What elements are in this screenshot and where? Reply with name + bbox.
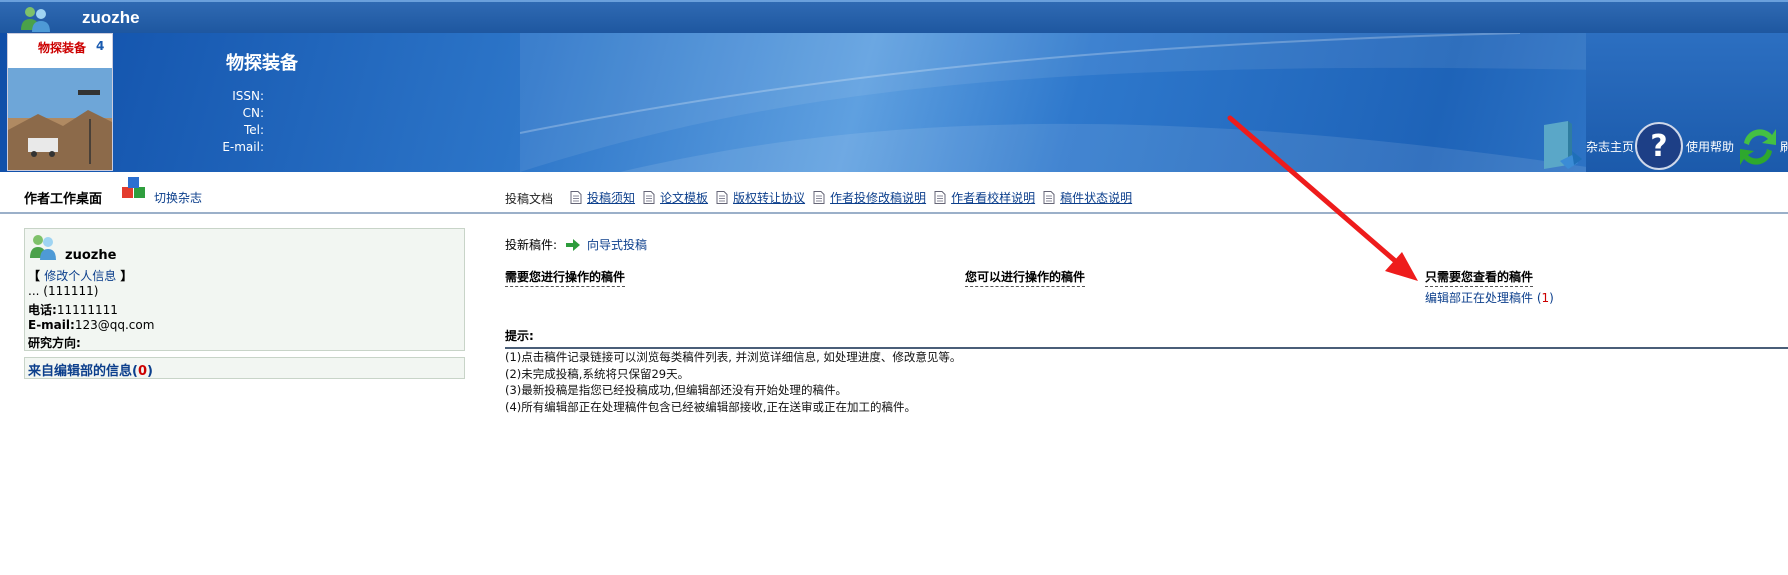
docs-label: 投稿文档: [505, 192, 554, 206]
meta-email: E-mail:: [222, 140, 264, 154]
new-submission: 投新稿件: 向导式投稿: [505, 236, 647, 253]
doc-link-copyright-agreement[interactable]: 版权转让协议: [716, 189, 805, 206]
col-header-action-optional: 您可以进行操作的稿件: [965, 268, 1086, 287]
top-bar: zuozhe: [0, 0, 1788, 33]
tips-section: 提示: (1)点击稿件记录链接可以浏览每类稿件列表, 并浏览详细信息, 如处理进…: [505, 327, 1788, 415]
profile-email: E-mail:123@qq.com: [28, 318, 154, 332]
editing-close-paren: ): [1549, 291, 1554, 305]
journal-home-icon: [1544, 121, 1582, 169]
tip-line: (4)所有编辑部正在处理稿件包含已经被编辑部接收,正在送审或正在加工的稿件。: [505, 399, 916, 414]
doc-link-label[interactable]: 投稿须知: [587, 189, 635, 206]
journal-banner: 物探装备 4 物探装备 ISSN: CN: Tel: E-mail: 杂志主页: [0, 33, 1788, 172]
bracket-open: 【: [28, 269, 41, 283]
doc-link-label[interactable]: 作者投修改稿说明: [830, 189, 926, 206]
switch-journal-link[interactable]: 切换杂志: [154, 189, 202, 206]
tip-line: (1)点击稿件记录链接可以浏览每类稿件列表, 并浏览详细信息, 如处理进度、修改…: [505, 350, 962, 364]
cover-logo-text: 物探装备: [38, 40, 87, 55]
wizard-submission-link[interactable]: 向导式投稿: [587, 236, 647, 253]
doc-link-label[interactable]: 稿件状态说明: [1060, 189, 1132, 206]
users-icon: [21, 7, 50, 32]
nav-row: 作者工作桌面 切换杂志 投稿文档 投稿须知 论文模板 版权转让协议 作者投修改稿…: [0, 172, 1788, 214]
tips-title: 提示:: [505, 327, 1788, 349]
cover-image: 物探装备 4: [8, 34, 112, 170]
profile-research: 研究方向:: [28, 334, 81, 351]
svg-text:?: ?: [1650, 129, 1667, 164]
document-icon: [1043, 191, 1055, 204]
edit-profile-link[interactable]: 修改个人信息: [44, 269, 116, 283]
journal-title: 物探装备: [226, 53, 298, 74]
profile-name: zuozhe: [65, 248, 117, 263]
doc-link-status-guide[interactable]: 稿件状态说明: [1043, 189, 1132, 206]
document-icon: [570, 191, 582, 204]
cover-issue-number: 4: [96, 39, 104, 53]
messages-close-paren: ): [147, 364, 153, 379]
meta-tel: Tel:: [243, 123, 264, 137]
email-label: E-mail:: [28, 318, 75, 332]
research-label: 研究方向:: [28, 336, 81, 350]
journal-home-button[interactable]: 杂志主页: [1538, 121, 1634, 171]
journal-home-label: 杂志主页: [1586, 139, 1635, 154]
profile-affiliation: ... (111111): [28, 284, 99, 298]
profile-panel: zuozhe 【 修改个人信息 】 ... (111111) 电话:111111…: [24, 228, 465, 351]
doc-link-revision-guide[interactable]: 作者投修改稿说明: [813, 189, 926, 206]
profile-phone: 电话:11111111: [28, 301, 118, 318]
editing-manuscripts-link[interactable]: 编辑部正在处理稿件 (1): [1425, 289, 1554, 306]
doc-link-proof-guide[interactable]: 作者看校样说明: [934, 189, 1035, 206]
doc-link-label[interactable]: 版权转让协议: [733, 189, 805, 206]
help-button[interactable]: ? 使用帮助: [1634, 121, 1734, 171]
meta-cn: CN:: [242, 106, 264, 120]
user-avatar-icon: [30, 235, 56, 260]
doc-link-label[interactable]: 作者看校样说明: [951, 189, 1035, 206]
tip-line: (2)未完成投稿,系统将只保留29天。: [505, 366, 690, 381]
refresh-button[interactable]: 刷: [1738, 121, 1788, 171]
journal-meta: ISSN: CN: Tel: E-mail:: [200, 88, 264, 156]
doc-link-submission-notice[interactable]: 投稿须知: [570, 189, 635, 206]
username-label: zuozhe: [82, 8, 140, 27]
help-label: 使用帮助: [1686, 139, 1735, 154]
email-value: 123@qq.com: [74, 318, 155, 332]
doc-link-label[interactable]: 论文模板: [660, 189, 708, 206]
col-header-action-required: 需要您进行操作的稿件: [505, 268, 626, 287]
editing-label: 编辑部正在处理稿件 (: [1425, 291, 1542, 305]
journal-cover[interactable]: 物探装备 4: [7, 33, 113, 171]
meta-issn: ISSN:: [232, 89, 264, 103]
switch-journal-icon[interactable]: [120, 175, 148, 203]
edit-profile: 【 修改个人信息 】: [28, 267, 132, 284]
document-icon: [716, 191, 728, 204]
phone-value: 11111111: [56, 303, 118, 317]
editorial-messages[interactable]: 来自编辑部的信息(0): [24, 357, 465, 379]
desk-title: 作者工作桌面: [24, 192, 103, 207]
help-icon: ?: [1635, 122, 1683, 170]
col-header-view-only: 只需要您查看的稿件: [1425, 268, 1534, 287]
arrow-right-icon: [566, 238, 581, 251]
document-icon: [934, 191, 946, 204]
messages-count: 0: [137, 364, 147, 379]
refresh-icon: [1740, 129, 1776, 165]
phone-label: 电话:: [28, 303, 57, 317]
messages-label: 来自编辑部的信息(: [28, 364, 138, 379]
refresh-label: 刷: [1780, 139, 1788, 154]
document-icon: [813, 191, 825, 204]
doc-links: 投稿须知 论文模板 版权转让协议 作者投修改稿说明 作者看校样说明 稿件状态说明: [570, 189, 1140, 206]
tip-line: (3)最新投稿是指您已经投稿成功,但编辑部还没有开始处理的稿件。: [505, 383, 847, 397]
document-icon: [643, 191, 655, 204]
editing-count: 1: [1541, 291, 1550, 305]
new-submission-label: 投新稿件:: [505, 238, 558, 252]
doc-link-paper-template[interactable]: 论文模板: [643, 189, 708, 206]
bracket-close: 】: [120, 269, 133, 283]
